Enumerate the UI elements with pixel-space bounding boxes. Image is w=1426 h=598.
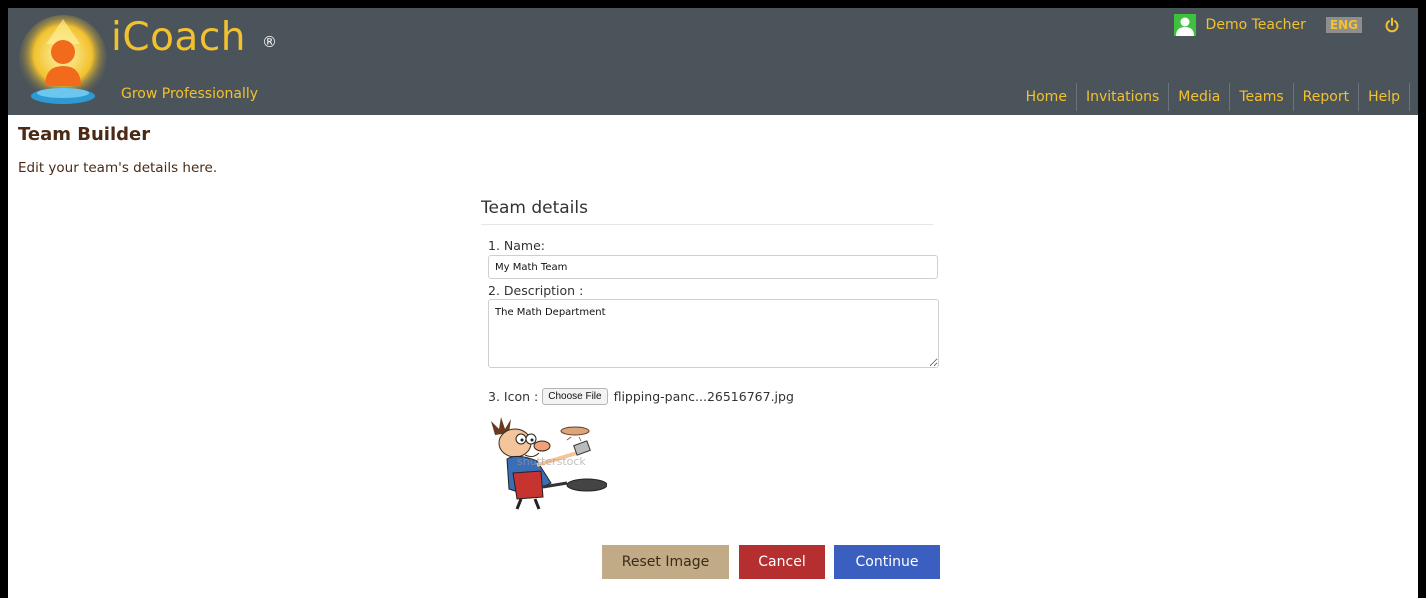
header-bar: iCoach ® Grow Professionally Demo Teache… — [8, 8, 1418, 115]
brand-name: iCoach — [111, 15, 246, 60]
name-label: 1. Name: — [488, 238, 545, 253]
user-name[interactable]: Demo Teacher — [1206, 17, 1306, 33]
team-name-input[interactable] — [488, 255, 938, 279]
main-nav: Home Invitations Media Teams Report Help — [1017, 83, 1411, 111]
nav-item-media[interactable]: Media — [1168, 83, 1229, 111]
cancel-button[interactable]: Cancel — [739, 545, 825, 579]
user-area: Demo Teacher ENG — [1173, 12, 1400, 38]
language-selector[interactable]: ENG — [1325, 17, 1362, 33]
section-divider — [481, 224, 933, 225]
team-description-textarea[interactable]: The Math Department — [488, 299, 939, 368]
user-avatar-icon[interactable] — [1173, 14, 1196, 36]
logo-mark-icon — [19, 15, 107, 104]
icon-label: 3. Icon : — [488, 389, 539, 404]
nav-item-invitations[interactable]: Invitations — [1075, 83, 1168, 111]
nav-item-home[interactable]: Home — [1017, 83, 1076, 111]
svg-text:shutterstock: shutterstock — [517, 455, 586, 468]
nav-item-report[interactable]: Report — [1292, 83, 1358, 111]
description-label: 2. Description : — [488, 283, 584, 298]
section-title: Team details — [481, 198, 588, 218]
continue-button[interactable]: Continue — [834, 545, 940, 579]
icon-upload-row: 3. Icon : Choose File flipping-panc...26… — [488, 388, 794, 405]
page-title: Team Builder — [18, 124, 151, 145]
power-icon[interactable] — [1384, 17, 1400, 33]
nav-divider — [1409, 83, 1411, 111]
cartoon-chef-pancake-image: shutterstock — [487, 413, 607, 511]
nav-item-teams[interactable]: Teams — [1229, 83, 1292, 111]
selected-file-name: flipping-panc...26516767.jpg — [613, 389, 794, 404]
choose-file-button[interactable]: Choose File — [542, 388, 608, 405]
nav-item-help[interactable]: Help — [1358, 83, 1409, 111]
reset-image-button[interactable]: Reset Image — [602, 545, 729, 579]
registered-mark: ® — [262, 33, 277, 51]
brand-tagline: Grow Professionally — [121, 86, 259, 102]
app-window: iCoach ® Grow Professionally Demo Teache… — [8, 8, 1418, 598]
page-subtitle: Edit your team's details here. — [18, 160, 218, 176]
